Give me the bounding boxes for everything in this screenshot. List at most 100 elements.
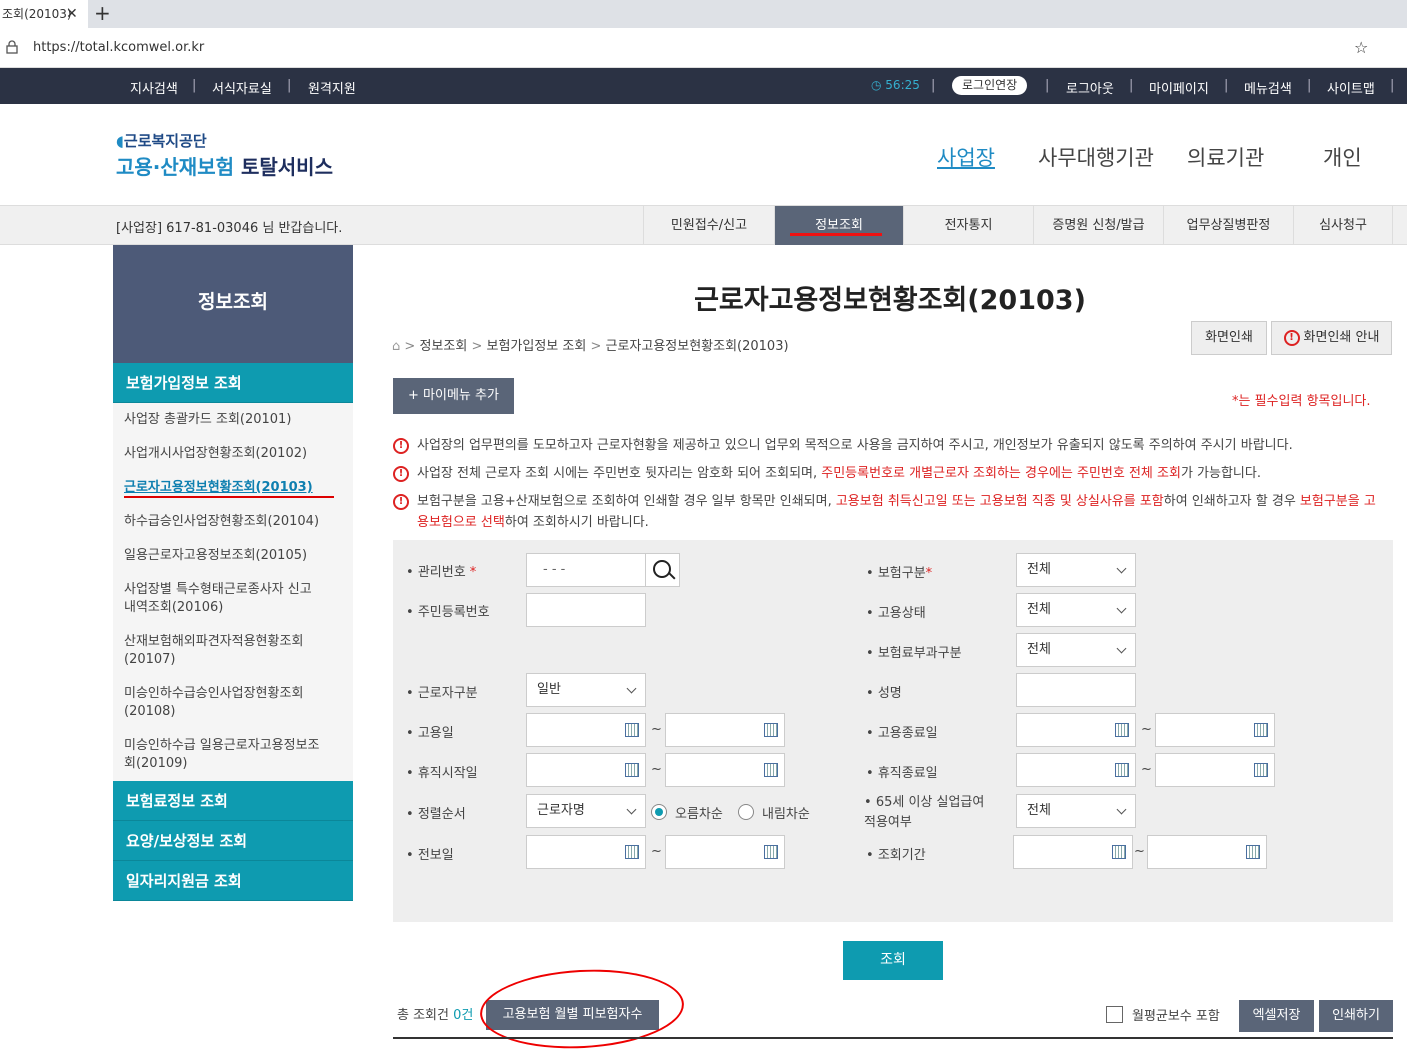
subnav-electronic[interactable]: 전자통지 [903,206,1033,245]
sidebar-item-active[interactable]: 근로자고용정보현황조회(20103) [124,475,353,509]
mgmt-no-input[interactable]: - - - [526,553,646,587]
calendar-icon[interactable] [625,845,639,859]
sidebar-cat-premium[interactable]: 보험료정보 조회 [113,781,353,821]
topnav-menu-search[interactable]: 메뉴검색 [1244,78,1292,97]
url-text: https://total.kcomwel.or.kr [33,40,205,55]
hire-date-to[interactable] [665,713,785,747]
gnb-business[interactable]: 사업장 [937,142,995,172]
search-icon[interactable] [645,553,680,587]
calendar-icon[interactable] [764,845,778,859]
name-input[interactable] [1016,673,1136,707]
range-tilde: ~ [1141,762,1152,777]
ins-type-select[interactable]: 전체 [1016,553,1136,587]
topnav-mypage[interactable]: 마이페이지 [1149,78,1209,97]
breadcrumb-sep: > [590,339,602,354]
excel-save-button[interactable]: 엑셀저장 [1239,1000,1314,1032]
topnav-logout[interactable]: 로그아웃 [1066,78,1114,97]
separator: | [287,78,292,93]
logo-main[interactable]: 고용·산재보험 토탈서비스 [116,151,333,180]
sidebar-item[interactable]: 일용근로자고용정보조회(20105) [124,543,353,577]
greeting: [사업장] 617-81-03046 님 반갑습니다. [116,221,343,236]
end-date-from[interactable] [1016,713,1136,747]
leave-start-to[interactable] [665,753,785,787]
notice-2: ! 사업장 전체 근로자 조회 시에는 주민번호 뒷자리는 암호화 되어 조회되며… [393,463,1383,484]
sidebar-item[interactable]: 사업개시사업장현황조회(20102) [124,441,353,475]
add-my-menu-button[interactable]: + 마이메뉴 추가 [393,378,514,414]
period-from[interactable] [1013,835,1133,869]
topnav-branch-search[interactable]: 지사검색 [130,78,178,97]
notice-highlight: 고용보험 취득신고일 또는 고용보험 직종 및 상실사유를 포함 [835,494,1164,509]
bullet: • [866,566,874,581]
hire-date-from[interactable] [526,713,646,747]
query-button[interactable]: 조회 [843,941,943,980]
sidebar-item[interactable]: 사업장별 특수형태근로종사자 신고내역조회(20106) [124,577,314,629]
address-bar[interactable]: https://total.kcomwel.or.kr ☆ [0,28,1407,68]
leave-start-from[interactable] [526,753,646,787]
sort-desc-radio[interactable] [738,804,754,820]
calendar-icon[interactable] [625,763,639,777]
end-date-to[interactable] [1155,713,1275,747]
topnav-remote-support[interactable]: 원격지원 [308,78,356,97]
calendar-icon[interactable] [1115,723,1129,737]
label-rrn: • 주민등록번호 [406,601,490,620]
subnav-info[interactable]: 정보조회 [774,206,903,245]
home-icon[interactable]: ⌂ [392,339,400,354]
print-guide-button[interactable]: ! 화면인쇄 안내 [1271,321,1392,355]
emp-status-select[interactable]: 전체 [1016,593,1136,627]
label-text: 보험구분 [877,566,926,581]
favorite-star-icon[interactable]: ☆ [1354,38,1368,57]
sort-select[interactable]: 근로자명 [526,794,646,828]
sidebar-cat-care[interactable]: 요양/보상정보 조회 [113,821,353,861]
topnav-sitemap[interactable]: 사이트맵 [1327,78,1375,97]
sort-asc-radio[interactable] [651,804,667,820]
calendar-icon[interactable] [1115,763,1129,777]
extend-login-button[interactable]: 로그인연장 [952,76,1028,95]
sidebar-cat-job-subsidy[interactable]: 일자리지원금 조회 [113,861,353,901]
breadcrumb-item[interactable]: 정보조회 [419,339,467,354]
premium-type-select[interactable]: 전체 [1016,633,1136,667]
subnav-certificate[interactable]: 증명원 신청/발급 [1033,206,1163,245]
calendar-icon[interactable] [764,763,778,777]
sidebar-cat-insurance-join[interactable]: 보험가입정보 조회 [113,363,353,403]
transfer-date-from[interactable] [526,835,646,869]
subnav-disease[interactable]: 업무상질병판정 [1163,206,1293,245]
new-tab-icon[interactable]: + [94,2,116,26]
notice-1: ! 사업장의 업무편의를 도모하고자 근로자현황을 제공하고 있으니 업무외 목적… [393,435,1383,456]
calendar-icon[interactable] [1254,723,1268,737]
gnb-personal[interactable]: 개인 [1323,142,1362,172]
calendar-icon[interactable] [1246,845,1260,859]
breadcrumb-item[interactable]: 보험가입정보 조회 [486,339,586,354]
calendar-icon[interactable] [625,723,639,737]
calendar-icon[interactable] [1254,763,1268,777]
include-avg-pay-checkbox[interactable] [1106,1006,1123,1023]
label-text: 휴직시작일 [417,766,478,781]
over65-select[interactable]: 전체 [1016,794,1136,828]
transfer-date-to[interactable] [665,835,785,869]
include-avg-pay-label: 월평균보수 포함 [1132,1009,1220,1024]
calendar-icon[interactable] [764,723,778,737]
print-screen-button[interactable]: 화면인쇄 [1191,321,1267,355]
leave-end-to[interactable] [1155,753,1275,787]
print-button[interactable]: 인쇄하기 [1319,1000,1393,1032]
gnb-agency[interactable]: 사무대행기관 [1038,142,1154,172]
sidebar-item[interactable]: 사업장 총괄카드 조회(20101) [124,407,353,441]
gnb-medical[interactable]: 의료기관 [1187,142,1264,172]
label-text: 65세 이상 실업급여 [875,795,985,810]
topnav-forms[interactable]: 서식자료실 [212,78,272,97]
site-header: ◖근로복지공단 고용·산재보험 토탈서비스 사업장 사무대행기관 의료기관 개인 [0,104,1407,206]
logo[interactable]: ◖근로복지공단 [116,130,207,151]
worker-type-select[interactable]: 일반 [526,673,646,707]
label-text: 성명 [877,686,902,701]
close-icon[interactable]: ✕ [66,0,82,28]
sidebar-item[interactable]: 미승인하수급 일용근로자고용정보조회(20109) [124,733,324,775]
sidebar-item[interactable]: 산재보험해외파견자적용현황조회 (20107) [124,629,329,681]
subnav-civil[interactable]: 민원접수/신고 [643,206,774,245]
subnav-review[interactable]: 심사청구 [1293,206,1393,245]
sidebar-item[interactable]: 하수급승인사업장현황조회(20104) [124,509,353,543]
range-tilde: ~ [1134,844,1145,859]
calendar-icon[interactable] [1112,845,1126,859]
sidebar-item[interactable]: 미승인하수급승인사업장현황조회 (20108) [124,681,334,733]
leave-end-from[interactable] [1016,753,1136,787]
rrn-input[interactable] [526,593,646,627]
period-to[interactable] [1147,835,1267,869]
